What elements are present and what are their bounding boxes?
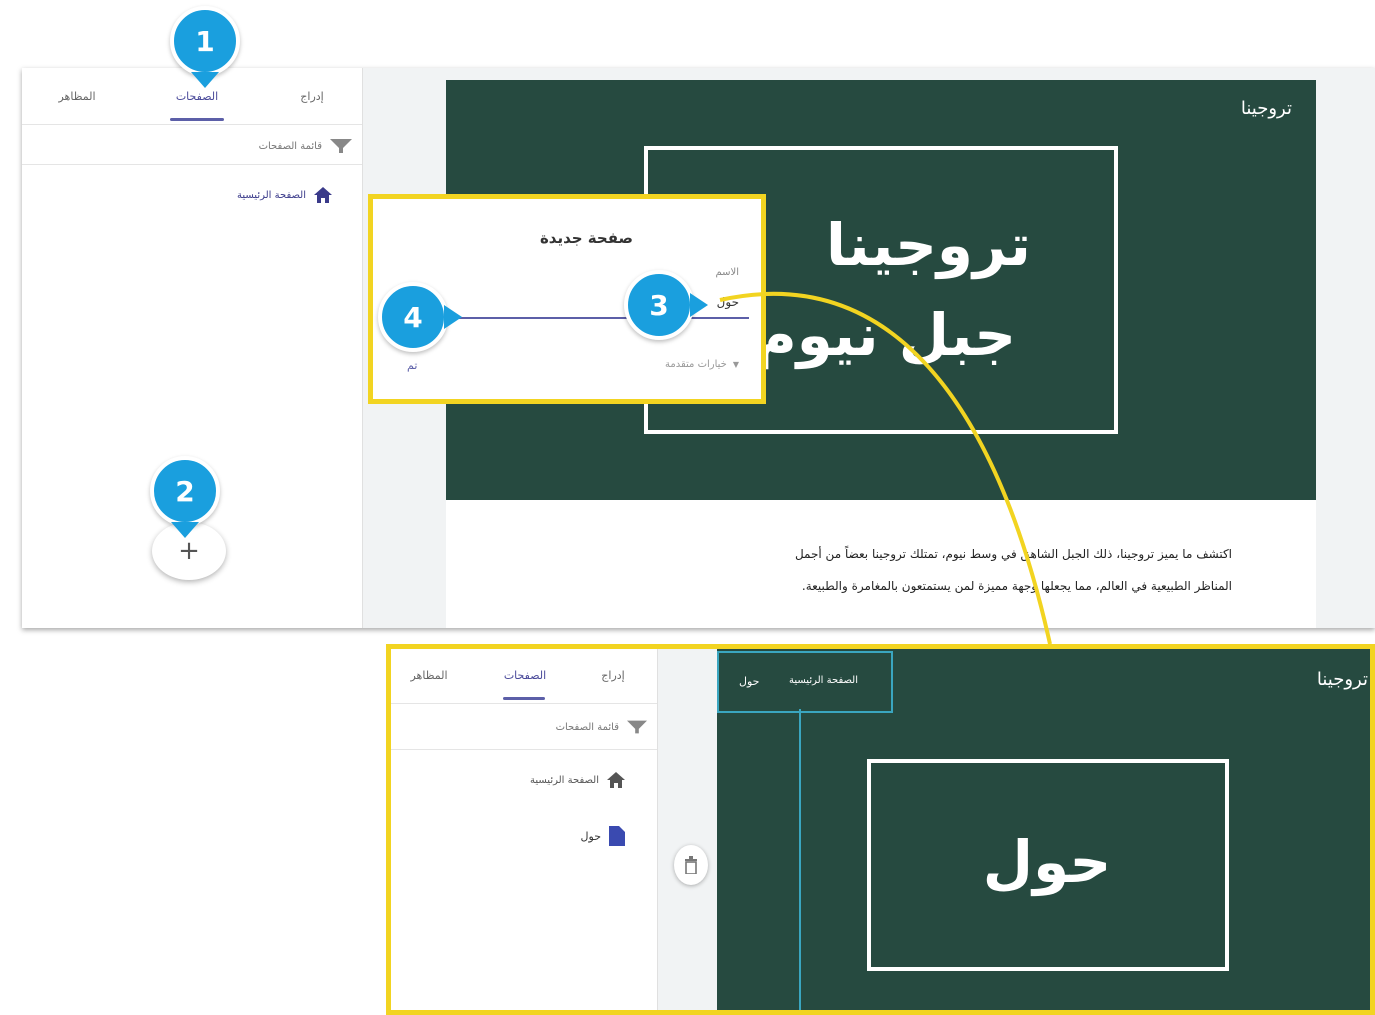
step-marker-2-tail	[171, 522, 199, 538]
step-marker-1: 1	[170, 6, 240, 76]
step-marker-3-tail	[690, 293, 708, 317]
step-marker-1-tail	[191, 72, 219, 88]
step-marker-2: 2	[150, 456, 220, 526]
step-marker-4-tail	[444, 305, 462, 329]
step-marker-3: 3	[624, 270, 694, 340]
step-marker-4: 4	[378, 282, 448, 352]
